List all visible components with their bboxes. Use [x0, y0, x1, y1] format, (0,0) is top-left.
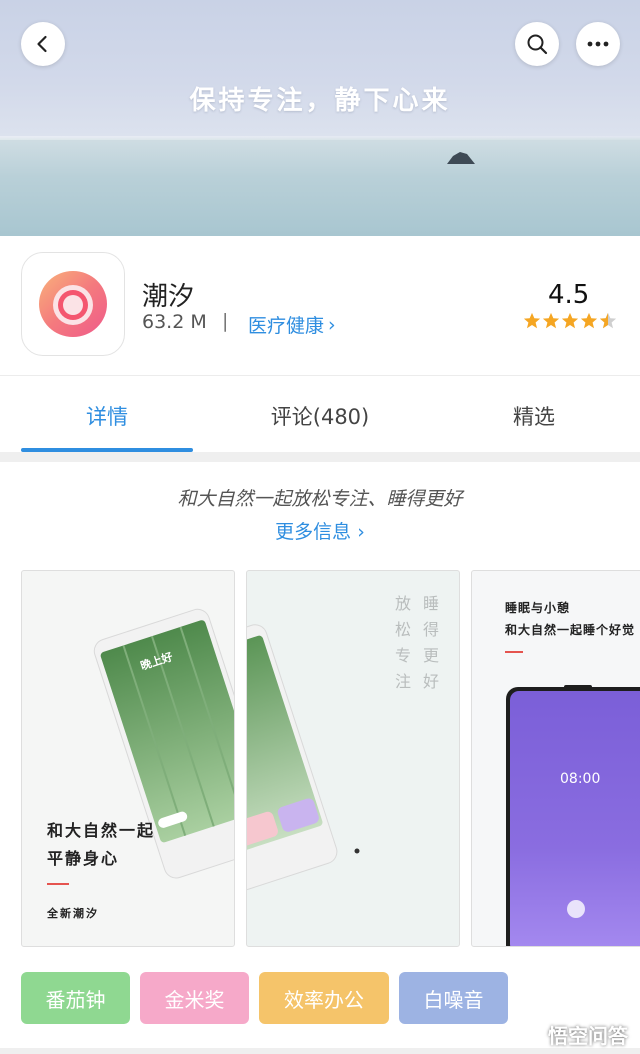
screenshot-headline-1: 和大自然一起 [47, 821, 156, 840]
watermark-text: 悟空问答 [548, 1024, 628, 1048]
screenshot-1[interactable]: 晚上好 和大自然一起 平静身心 全新潮汐 [21, 570, 235, 947]
star-icon [561, 312, 579, 329]
app-info-section: 潮汐 63.2 M | 医疗健康 › 4.5 [0, 236, 640, 376]
meta-separator: | [222, 310, 229, 332]
tab-bar: 详情 评论(480) 精选 [0, 377, 640, 452]
tag-pomodoro[interactable]: 番茄钟 [21, 972, 130, 1024]
category-link[interactable]: 医疗健康 › [248, 311, 336, 338]
screenshot-headline-2: 平静身心 [47, 849, 120, 868]
rating-score: 4.5 [548, 280, 590, 310]
search-icon [527, 34, 548, 55]
back-button[interactable] [21, 22, 65, 66]
tag-award[interactable]: 金米奖 [140, 972, 249, 1024]
screenshot-3[interactable]: 睡眠与小憩 和大自然一起睡个好觉 08:00 [471, 570, 640, 947]
tab-featured[interactable]: 精选 [448, 401, 620, 431]
section-divider [0, 452, 640, 462]
chevron-left-icon [37, 35, 47, 53]
vertical-text-right: 睡得更好 [420, 595, 439, 699]
app-detail-page: 保持专注，静下心来 潮汐 63.2 M | 医疗健康 › 4.5 详情 评论(4… [0, 0, 640, 1054]
rating-stars [523, 312, 617, 330]
more-options-button[interactable] [576, 22, 620, 66]
search-button[interactable] [515, 22, 559, 66]
app-name: 潮汐 [142, 282, 195, 312]
app-description: 和大自然一起放松专注、睡得更好 [177, 488, 463, 510]
hero-title: 保持专注，静下心来 [189, 86, 451, 116]
star-icon [542, 312, 560, 329]
tab-details[interactable]: 详情 [21, 401, 193, 431]
app-logo-ring-icon [39, 271, 107, 337]
phone-mockup-image [93, 608, 234, 879]
phone-mockup-image [506, 685, 640, 946]
vertical-text-left: 放松专注 [392, 595, 411, 699]
star-icon [523, 312, 541, 329]
half-star-icon [599, 312, 617, 329]
tag-productivity[interactable]: 效率办公 [259, 972, 389, 1024]
wukong-logo-icon [523, 1025, 541, 1044]
chevron-right-icon: › [328, 313, 336, 336]
horizon-line [0, 136, 640, 140]
category-label: 医疗健康 [248, 315, 325, 337]
tab-reviews[interactable]: 评论(480) [234, 401, 406, 431]
alarm-time: 08:00 [560, 771, 601, 787]
hero-banner: 保持专注，静下心来 [0, 0, 640, 236]
ellipsis-icon [587, 41, 609, 47]
screenshot-footer: 全新潮汐 [47, 907, 99, 920]
app-size: 63.2 M [142, 311, 207, 333]
tag-white-noise[interactable]: 白噪音 [399, 972, 508, 1024]
app-icon[interactable] [21, 252, 125, 356]
star-icon [580, 312, 598, 329]
more-info-link[interactable]: 更多信息 › [0, 517, 640, 544]
rock-in-sea-image [447, 152, 475, 164]
watermark: 悟空问答 [522, 1020, 628, 1049]
red-accent-line [47, 883, 69, 885]
screenshot-2[interactable]: 睡得更好 放松专注 [246, 570, 460, 947]
